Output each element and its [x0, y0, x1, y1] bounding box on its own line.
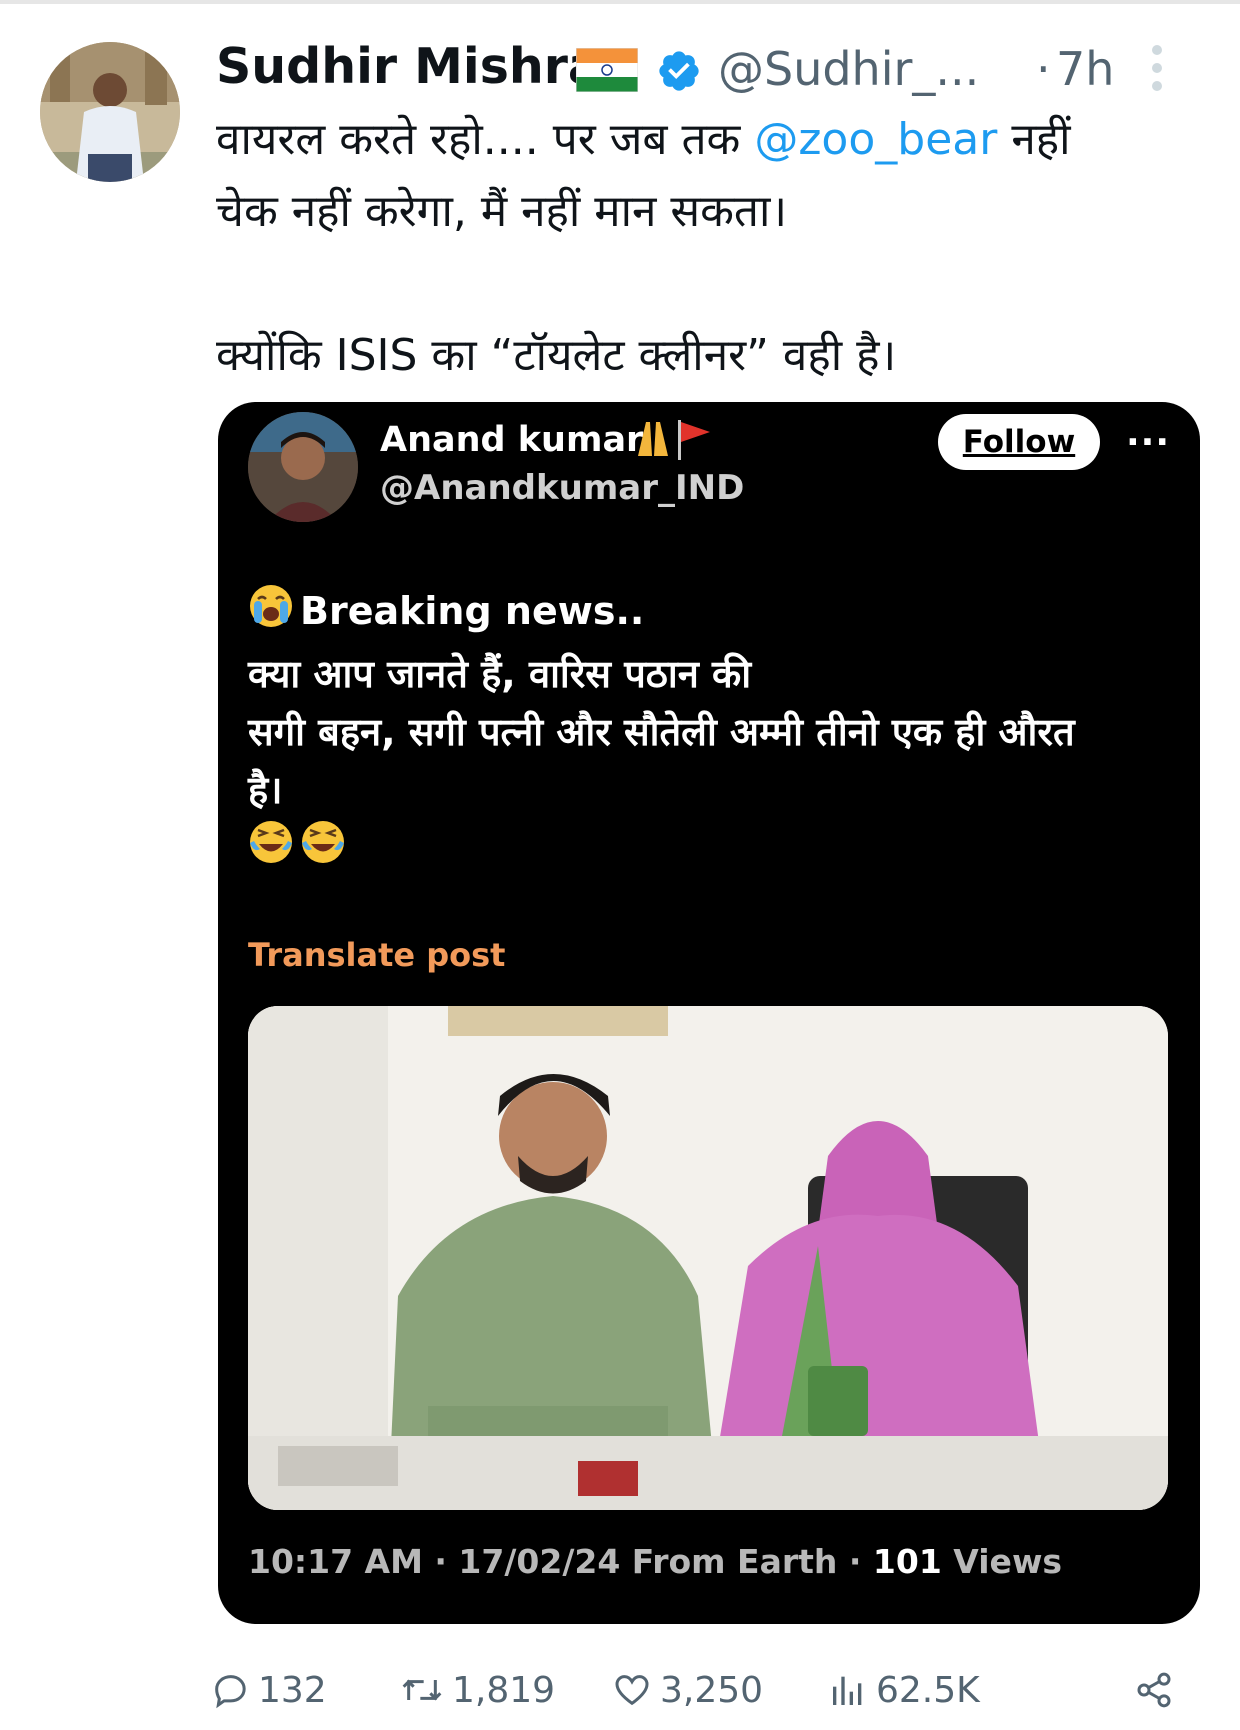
- top-divider: [0, 0, 1240, 4]
- quoted-meta: 10:17 AM · 17/02/24 From Earth · 101 Vie…: [248, 1542, 1062, 1581]
- quoted-author-name[interactable]: Anand kumar: [380, 420, 643, 460]
- action-bar: 132 1,819 3,250 62.5K: [210, 1660, 1190, 1720]
- repost-button[interactable]: 1,819: [400, 1660, 555, 1720]
- like-count: 3,250: [660, 1669, 764, 1711]
- reply-button[interactable]: 132: [210, 1660, 327, 1720]
- laughing-face-icon: [248, 819, 294, 881]
- author-avatar[interactable]: [40, 42, 180, 182]
- tweet-text-line: चेक नहीं करेगा, मैं नहीं मान सकता।: [216, 186, 788, 237]
- tweet-header: Sudhir Mishra @Sudhir_... · 7h: [216, 38, 1176, 104]
- author-handle[interactable]: @Sudhir_...: [718, 42, 988, 96]
- tweet-text-part: वायरल करते रहो.... पर जब तक: [216, 114, 755, 165]
- quoted-tweet-text: Breaking news.. क्या आप जानते हैं, वारिस…: [248, 582, 1178, 881]
- views-button[interactable]: 62.5K: [828, 1660, 980, 1720]
- quoted-views-label: Views: [941, 1542, 1063, 1581]
- heart-icon: [615, 1675, 649, 1706]
- repost-count: 1,819: [452, 1669, 556, 1711]
- folded-hands-flag-icon: [626, 416, 716, 462]
- translate-post-link[interactable]: Translate post: [248, 936, 505, 974]
- tweet-text: वायरल करते रहो.... पर जब तक @zoo_bear नह…: [216, 104, 1176, 392]
- views-count: 62.5K: [876, 1669, 980, 1711]
- laughing-face-icon: [300, 819, 346, 881]
- more-options-icon[interactable]: [1147, 45, 1167, 95]
- tweet-text-line: क्योंकि ISIS का “टॉयलेट क्लीनर” वही है।: [216, 330, 897, 381]
- time-separator: ·: [1036, 42, 1051, 96]
- quoted-tweet-card[interactable]: Anand kumar @Anandkumar_IND Follow ··· B…: [218, 402, 1200, 1624]
- quoted-timestamp: 10:17 AM · 17/02/24 From Earth ·: [248, 1542, 873, 1581]
- quoted-text-line: Breaking news..: [300, 589, 645, 633]
- quoted-views-count: 101: [872, 1542, 942, 1581]
- more-options-icon[interactable]: ···: [1126, 422, 1170, 463]
- crying-face-icon: [248, 583, 294, 645]
- quoted-text-line: सगी बहन, सगी पत्नी और सौतेली अम्मी तीनो …: [248, 709, 1075, 754]
- india-flag-icon: [575, 47, 639, 93]
- quoted-text-line: है।: [248, 767, 283, 812]
- quoted-text-line: क्या आप जानते हैं, वारिस पठान की: [248, 651, 752, 696]
- verified-badge-icon: [656, 48, 702, 94]
- follow-button[interactable]: Follow: [938, 414, 1100, 470]
- reply-icon: [215, 1675, 246, 1709]
- quoted-author-avatar[interactable]: [248, 412, 358, 522]
- share-icon: [1137, 1672, 1171, 1708]
- author-name[interactable]: Sudhir Mishra: [216, 38, 601, 95]
- quoted-author-handle[interactable]: @Anandkumar_IND: [380, 468, 744, 508]
- reply-count: 132: [258, 1669, 327, 1711]
- post-photo[interactable]: [248, 1006, 1168, 1510]
- like-button[interactable]: 3,250: [612, 1660, 763, 1720]
- mention-link[interactable]: @zoo_bear: [754, 114, 997, 165]
- views-chart-icon: [833, 1676, 862, 1705]
- tweet-text-part: नहीं: [997, 114, 1071, 165]
- share-button[interactable]: [1134, 1660, 1182, 1720]
- repost-icon: [402, 1679, 442, 1701]
- tweet-time[interactable]: 7h: [1056, 42, 1114, 96]
